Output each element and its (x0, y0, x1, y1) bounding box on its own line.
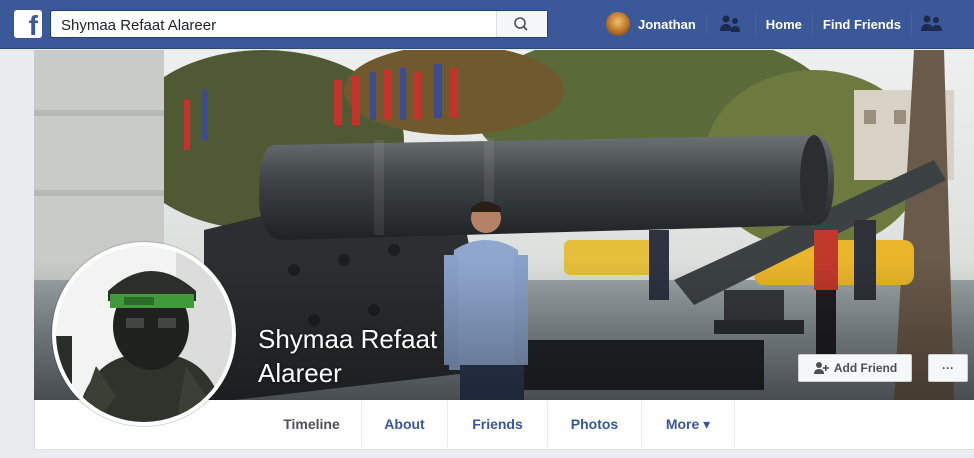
search-icon (514, 17, 528, 31)
search-box (50, 10, 548, 38)
friends-icon-button[interactable] (912, 0, 950, 48)
add-friend-label: Add Friend (833, 361, 898, 375)
facebook-logo-letter: f (28, 10, 38, 41)
facebook-logo[interactable]: f (14, 10, 42, 41)
friend-requests-icon (719, 15, 740, 32)
tab-about[interactable]: About (361, 401, 447, 447)
profile-picture (56, 246, 232, 422)
more-options-icon: ··· (942, 361, 954, 375)
more-options-button[interactable]: ··· (928, 354, 968, 382)
profile-tabs: Timeline About Friends Photos More ▾ (262, 401, 735, 447)
tab-photos[interactable]: Photos (547, 401, 641, 447)
user-name: Jonathan (638, 16, 696, 32)
find-friends-link[interactable]: Find Friends (813, 0, 911, 48)
tab-more[interactable]: More ▾ (641, 401, 735, 447)
tab-friends[interactable]: Friends (447, 401, 547, 447)
add-friend-button[interactable]: Add Friend (798, 354, 912, 382)
friends-icon (920, 15, 942, 31)
profile-picture-image (56, 246, 232, 422)
tab-timeline[interactable]: Timeline (262, 401, 361, 447)
friend-requests-button[interactable] (707, 0, 755, 48)
top-navigation-bar: f Jonathan Home Find Friends (0, 0, 974, 49)
user-avatar (606, 12, 630, 36)
profile-picture-frame[interactable] (52, 242, 236, 426)
search-input[interactable] (59, 14, 503, 36)
home-link[interactable]: Home (756, 0, 812, 48)
top-nav-links: Jonathan Home Find Friends (600, 0, 950, 48)
search-button[interactable] (496, 11, 547, 37)
profile-link[interactable]: Jonathan (600, 0, 706, 48)
add-friend-icon (813, 362, 829, 374)
profile-name-line-1: Shymaa Refaat (258, 324, 438, 354)
profile-name[interactable]: Shymaa Refaat Alareer (258, 322, 478, 390)
profile-name-line-2: Alareer (258, 358, 342, 388)
